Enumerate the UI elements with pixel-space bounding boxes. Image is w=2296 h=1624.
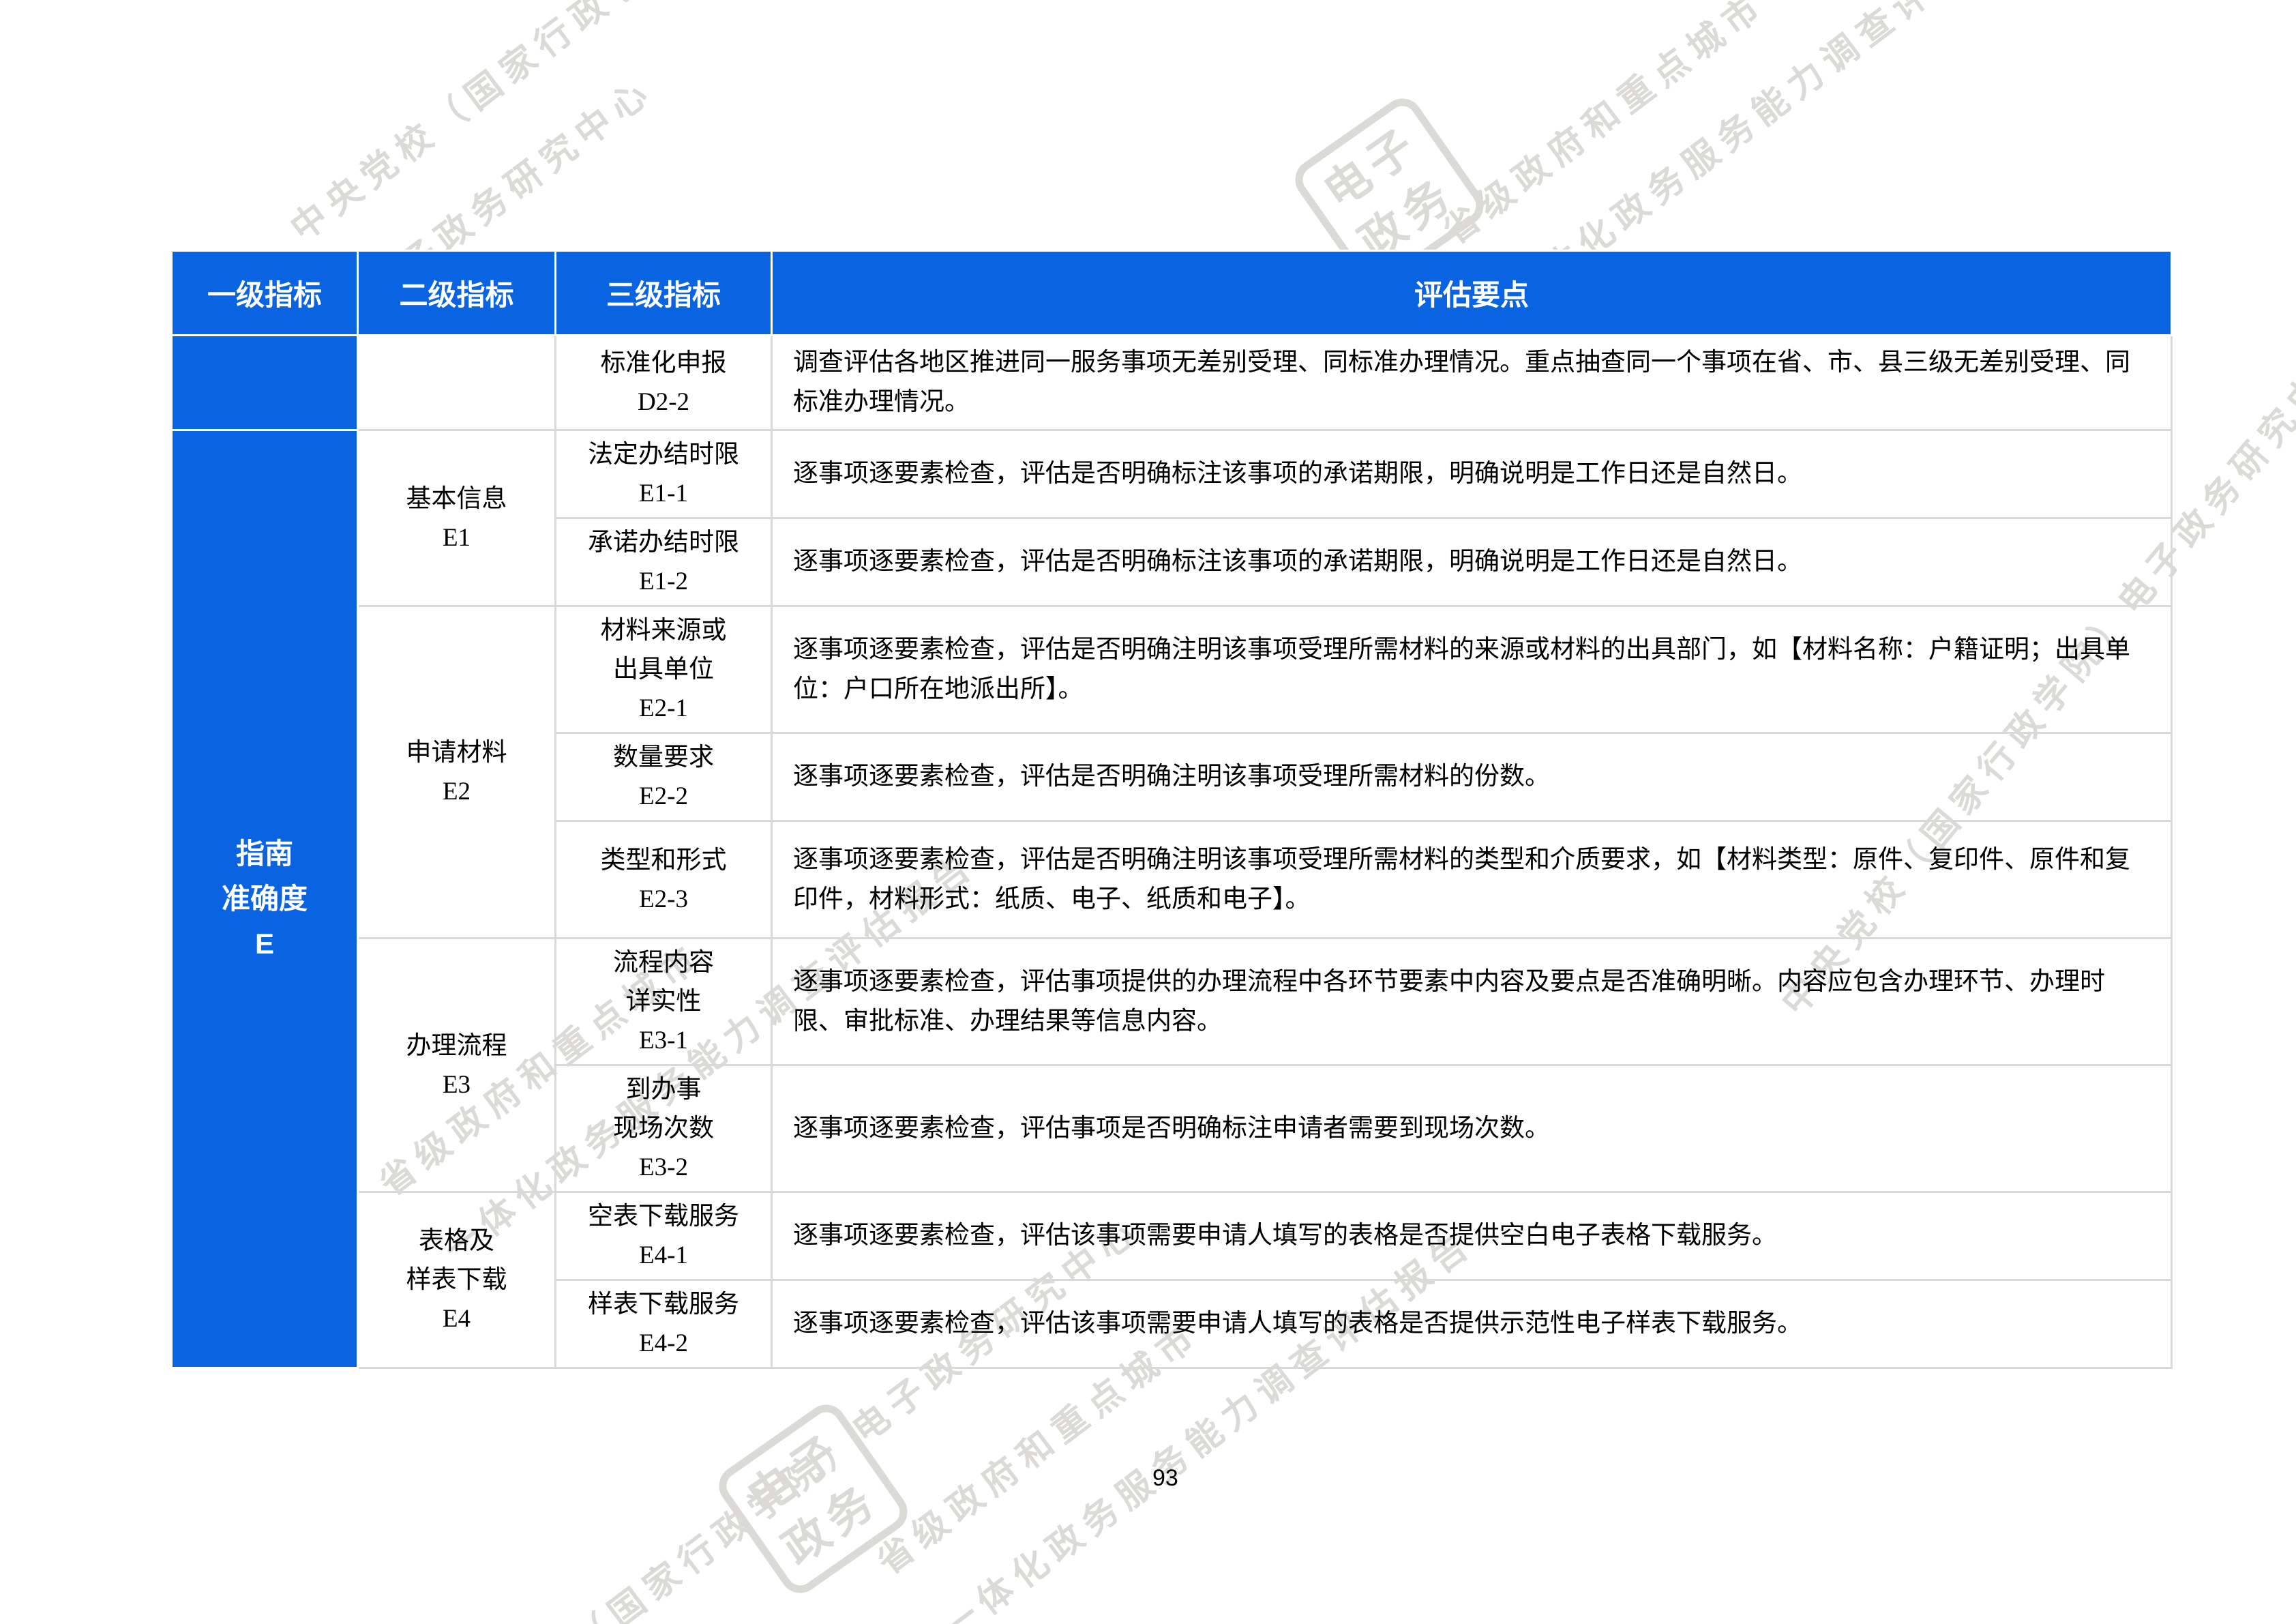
points-cell: 逐事项逐要素检查，评估该事项需要申请人填写的表格是否提供示范性电子样表下载服务。 bbox=[772, 1280, 2172, 1368]
points-cell: 逐事项逐要素检查，评估该事项需要申请人填写的表格是否提供空白电子表格下载服务。 bbox=[772, 1192, 2172, 1280]
level3-cell: 数量要求 E2-2 bbox=[556, 733, 772, 821]
level1-cell-empty bbox=[172, 336, 358, 430]
level3-cell: 材料来源或 出具单位 E2-1 bbox=[556, 606, 772, 733]
level3-cell: 承诺办结时限 E1-2 bbox=[556, 518, 772, 606]
table-row: 标准化申报 D2-2 调查评估各地区推进同一服务事项无差别受理、同标准办理情况。… bbox=[172, 336, 2172, 430]
table-row: 申请材料 E2 材料来源或 出具单位 E2-1 逐事项逐要素检查，评估是否明确注… bbox=[172, 606, 2172, 733]
level2-cell: 办理流程 E3 bbox=[358, 939, 556, 1192]
level3-cell: 空表下载服务 E4-1 bbox=[556, 1192, 772, 1280]
level3-cell: 标准化申报 D2-2 bbox=[556, 336, 772, 430]
level3-cell: 法定办结时限 E1-1 bbox=[556, 430, 772, 518]
level2-cell: 表格及 样表下载 E4 bbox=[358, 1192, 556, 1368]
level3-cell: 样表下载服务 E4-2 bbox=[556, 1280, 772, 1368]
page-number: 93 bbox=[1152, 1465, 1178, 1492]
header-level2: 二级指标 bbox=[358, 251, 556, 336]
points-cell: 调查评估各地区推进同一服务事项无差别受理、同标准办理情况。重点抽查同一个事项在省… bbox=[772, 336, 2172, 430]
points-cell: 逐事项逐要素检查，评估是否明确注明该事项受理所需材料的类型和介质要求，如【材料类… bbox=[772, 821, 2172, 939]
level2-cell bbox=[358, 336, 556, 430]
points-cell: 逐事项逐要素检查，评估是否明确标注该事项的承诺期限，明确说明是工作日还是自然日。 bbox=[772, 430, 2172, 518]
table-header-row: 一级指标 二级指标 三级指标 评估要点 bbox=[172, 251, 2172, 336]
indicator-table: 一级指标 二级指标 三级指标 评估要点 标准化申报 D2-2 调查评估各地区推进… bbox=[170, 250, 2171, 1369]
table-row: 表格及 样表下载 E4 空表下载服务 E4-1 逐事项逐要素检查，评估该事项需要… bbox=[172, 1192, 2172, 1280]
header-level3: 三级指标 bbox=[556, 251, 772, 336]
level3-cell: 类型和形式 E2-3 bbox=[556, 821, 772, 939]
points-cell: 逐事项逐要素检查，评估是否明确注明该事项受理所需材料的份数。 bbox=[772, 733, 2172, 821]
table-row: 指南 准确度 E 基本信息 E1 法定办结时限 E1-1 逐事项逐要素检查，评估… bbox=[172, 430, 2172, 518]
level3-cell: 流程内容 详实性 E3-1 bbox=[556, 939, 772, 1065]
points-cell: 逐事项逐要素检查，评估是否明确注明该事项受理所需材料的来源或材料的出具部门，如【… bbox=[772, 606, 2172, 733]
level2-cell: 基本信息 E1 bbox=[358, 430, 556, 606]
level3-cell: 到办事 现场次数 E3-2 bbox=[556, 1065, 772, 1192]
header-level1: 一级指标 bbox=[172, 251, 358, 336]
points-cell: 逐事项逐要素检查，评估事项是否明确标注申请者需要到现场次数。 bbox=[772, 1065, 2172, 1192]
table-row: 办理流程 E3 流程内容 详实性 E3-1 逐事项逐要素检查，评估事项提供的办理… bbox=[172, 939, 2172, 1065]
level2-cell: 申请材料 E2 bbox=[358, 606, 556, 939]
header-points: 评估要点 bbox=[772, 251, 2172, 336]
level1-group-cell: 指南 准确度 E bbox=[172, 430, 358, 1368]
report-page: 电子 政务 电子 政务 省级政府和重点城市 一体化政务服务能力调查评估报告 省级… bbox=[0, 0, 2296, 1624]
points-cell: 逐事项逐要素检查，评估是否明确标注该事项的承诺期限，明确说明是工作日还是自然日。 bbox=[772, 518, 2172, 606]
points-cell: 逐事项逐要素检查，评估事项提供的办理流程中各环节要素中内容及要点是否准确明晰。内… bbox=[772, 939, 2172, 1065]
